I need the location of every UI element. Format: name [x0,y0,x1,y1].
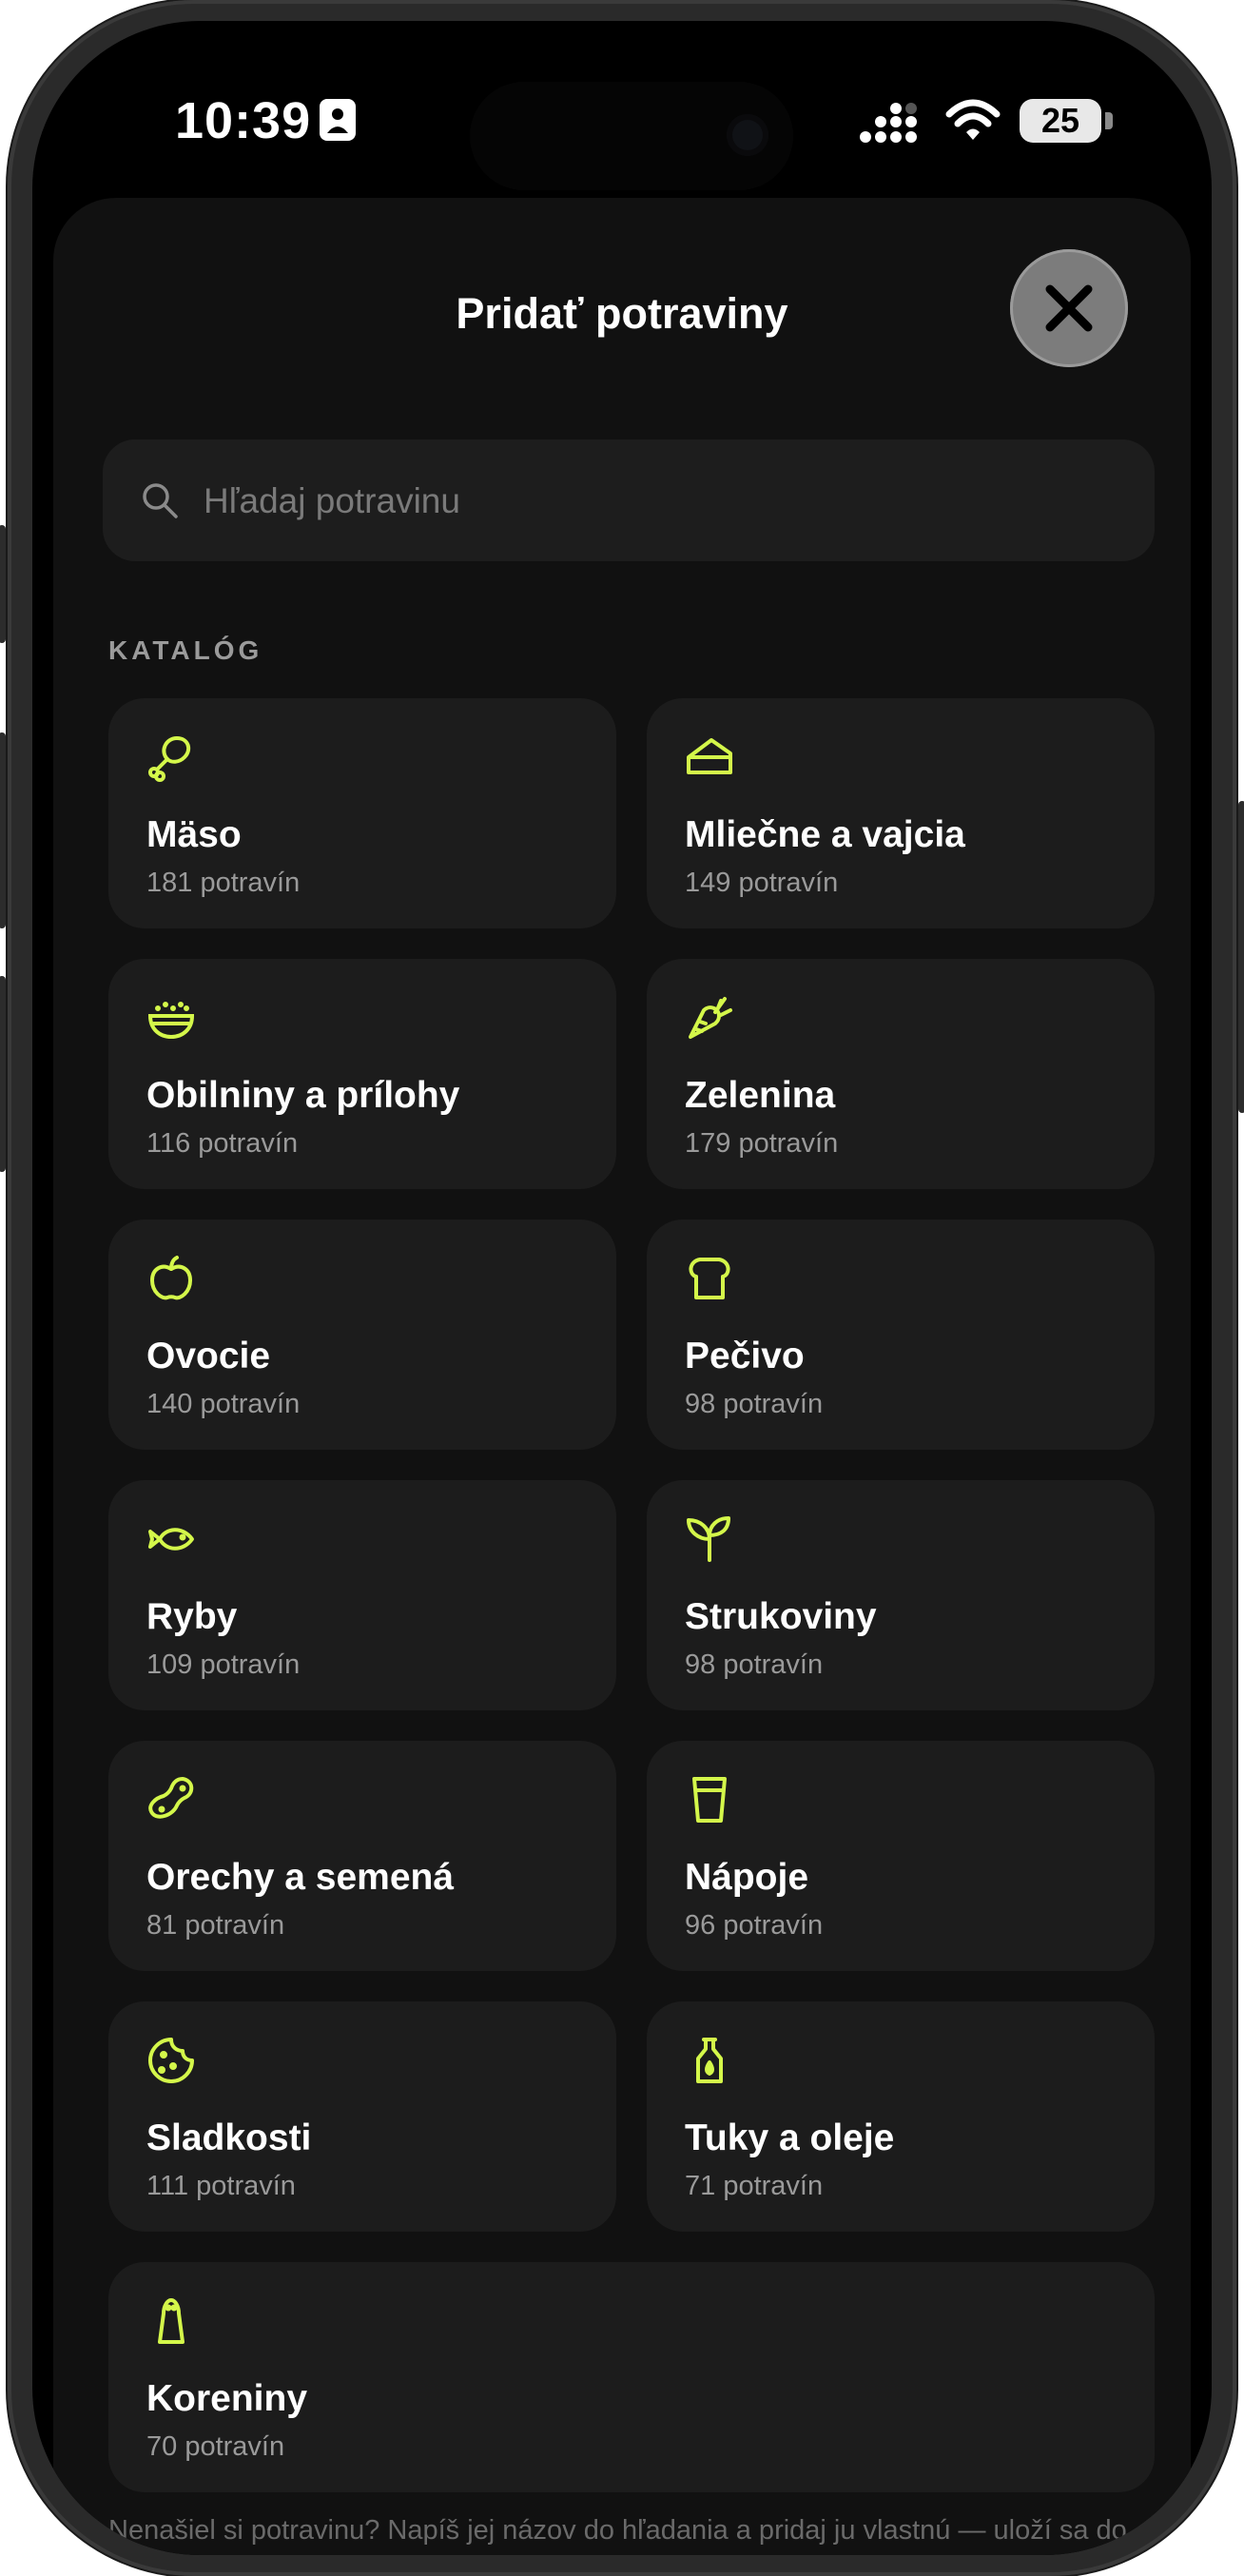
category-card-orechy[interactable]: Orechy a semená 81 potravín [108,1741,616,1971]
category-count: 140 potravín [146,1389,301,1419]
sprout-icon [687,1516,730,1562]
category-card-strukoviny[interactable]: Strukoviny 98 potravín [647,1480,1155,1710]
category-count: 71 potravín [685,2171,824,2201]
category-card-napoje[interactable]: Nápoje 96 potravín [647,1741,1155,1971]
category-name: Koreniny [146,2378,308,2419]
cookie-icon [148,2038,194,2083]
cup-icon [692,1777,727,1823]
contact-card-icon [320,99,356,141]
oil-bottle-icon [696,2038,723,2083]
category-name: Mäso [146,814,242,855]
category-card-zelenina[interactable]: Zelenina 179 potravín [647,959,1155,1189]
category-card-koreniny[interactable]: Koreniny 70 potravín [108,2262,1155,2492]
category-name: Zelenina [685,1075,836,1116]
search-field[interactable] [103,439,1155,561]
add-food-sheet: Pridať potraviny KATALÓG [53,198,1191,2555]
close-icon [1045,284,1093,332]
rice-bowl-icon [147,1002,195,1040]
power-button [1238,801,1244,1113]
close-button[interactable] [1010,249,1128,367]
battery-level: 25 [1020,99,1101,143]
screen: 10:39 25 Pridať potraviny Hľadaj potravi… [32,21,1212,2555]
wifi-icon [945,99,1001,140]
category-card-ovocie[interactable]: Ovocie 140 potravín [108,1220,616,1450]
category-card-pecivo[interactable]: Pečivo 98 potravín [647,1220,1155,1450]
apple-icon [150,1256,192,1300]
fish-icon [148,1528,194,1551]
missing-food-hint: Nenašiel si potravinu? Napíš jej názov d… [108,2515,1127,2546]
category-card-sladkosti[interactable]: Sladkosti 111 potravín [108,2001,616,2232]
category-card-maso[interactable]: Mäso 181 potravín [108,698,616,928]
bread-icon [689,1258,730,1299]
category-count: 111 potravín [146,2171,296,2201]
category-count: 109 potravín [146,1649,301,1680]
search-icon [143,483,178,518]
category-name: Nápoje [685,1857,809,1898]
cellular-signal-icon [860,103,917,143]
category-name: Pečivo [685,1336,805,1376]
category-name: Orechy a semená [146,1857,455,1898]
camera-lens [727,114,768,156]
drumstick-icon [148,736,191,782]
category-count: 96 potravín [685,1910,824,1941]
category-count: 98 potravín [685,1649,824,1680]
category-name: Sladkosti [146,2117,312,2158]
salt-shaker-icon [158,2298,185,2344]
status-time: 10:39 [175,92,312,149]
category-card-ryby[interactable]: Ryby 109 potravín [108,1480,616,1710]
category-count: 149 potravín [685,868,839,898]
category-card-mliecne[interactable]: Mliečne a vajcia 149 potravín [647,698,1155,928]
category-count: 70 potravín [146,2431,285,2462]
category-card-obilniny[interactable]: Obilniny a prílohy 116 potravín [108,959,616,1189]
carrot-icon [689,997,732,1039]
dynamic-island [470,82,793,190]
category-name: Mliečne a vajcia [685,814,965,855]
category-count: 179 potravín [685,1128,839,1159]
action-button [0,525,6,643]
category-count: 116 potravín [146,1128,299,1159]
peanut-icon [148,1777,194,1819]
category-name: Tuky a oleje [685,2117,895,2158]
volume-up-button [0,732,6,928]
phone-frame: 10:39 25 Pridať potraviny Hľadaj potravi… [0,0,1244,2576]
battery-tip [1105,112,1113,129]
battery-indicator: 25 [1020,99,1113,143]
category-name: Obilniny a prílohy [146,1075,460,1116]
category-name: Ovocie [146,1336,271,1376]
category-count: 98 potravín [685,1389,824,1419]
category-count: 81 potravín [146,1910,285,1941]
category-name: Strukoviny [685,1596,877,1637]
category-card-tuky[interactable]: Tuky a oleje 71 potravín [647,2001,1155,2232]
volume-down-button [0,976,6,1172]
search-input[interactable] [202,468,1118,535]
cheese-icon [687,738,732,774]
category-count: 181 potravín [146,868,301,898]
catalog-section-label: KATALÓG [108,635,263,665]
category-name: Ryby [146,1596,238,1637]
